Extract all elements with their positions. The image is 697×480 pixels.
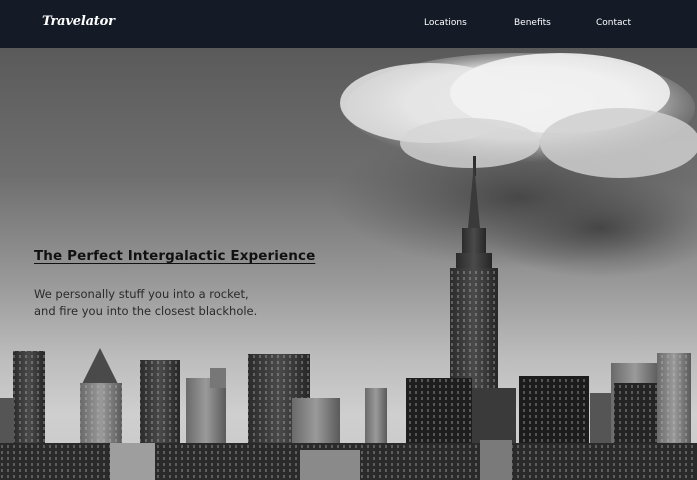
logo[interactable]: Travelator [42,14,115,29]
hero-subtitle-line-2: and fire you into the closest blackhole. [34,304,258,318]
city-skyline-image [0,53,697,480]
hero-title: The Perfect Intergalactic Experience [34,248,316,264]
hero-section: The Perfect Intergalactic Experience We … [0,48,697,480]
hero-subtitle-line-1: We personally stuff you into a rocket, [34,287,249,301]
nav-link-locations[interactable]: Locations [424,18,467,28]
nav-link-benefits[interactable]: Benefits [514,18,551,28]
navbar: Travelator Locations Benefits Contact [0,0,697,48]
nav-link-contact[interactable]: Contact [596,18,631,28]
